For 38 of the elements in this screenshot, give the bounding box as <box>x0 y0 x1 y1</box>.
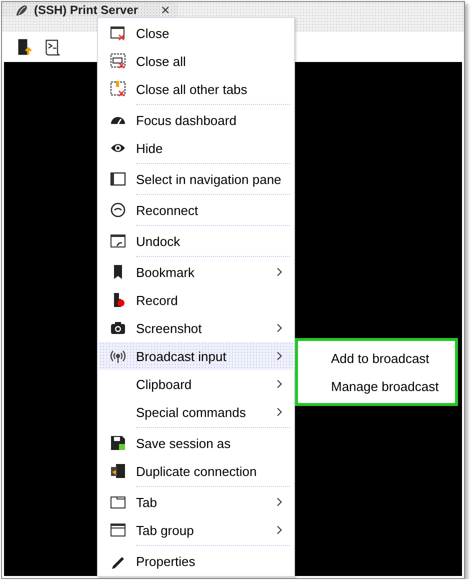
menu-item[interactable]: Clipboard <box>99 370 293 398</box>
panel-icon <box>110 171 126 187</box>
reconnect-icon <box>110 202 126 218</box>
windows-close-icon <box>110 53 126 69</box>
menu-item[interactable]: Close all other tabs <box>99 75 293 103</box>
save-icon <box>110 435 126 451</box>
menu-item[interactable]: Close all <box>99 47 293 75</box>
duplicate-icon <box>110 463 126 479</box>
camera-icon <box>110 320 126 336</box>
menu-item[interactable]: Reconnect <box>99 196 293 224</box>
menu-item[interactable]: Undock <box>99 227 293 255</box>
menu-item[interactable]: Focus dashboard <box>99 106 293 134</box>
window-close-icon <box>110 25 126 41</box>
menu-item[interactable]: Special commands <box>99 398 293 426</box>
broadcast-icon <box>110 348 126 364</box>
session-tab[interactable]: (SSH) Print Server × <box>2 2 178 17</box>
close-tab-button[interactable]: × <box>161 2 170 18</box>
tab-group-icon <box>110 522 126 538</box>
tab-icon <box>110 494 126 510</box>
menu-item[interactable]: Properties <box>99 547 293 575</box>
menu-item[interactable]: Select in navigation pane <box>99 165 293 193</box>
menu-item[interactable]: Close <box>99 19 293 47</box>
menu-item[interactable]: Broadcast input <box>99 342 293 370</box>
windows-close-icon <box>110 81 126 97</box>
menu-item[interactable]: Save session as <box>99 429 293 457</box>
menu-item[interactable]: Add to broadcast <box>298 344 455 372</box>
document-upload-icon <box>16 38 34 56</box>
menu-item[interactable]: Bookmark <box>99 258 293 286</box>
menu-item[interactable]: Tab <box>99 488 293 516</box>
script-icon <box>44 38 62 56</box>
menu-item[interactable]: Hide <box>99 134 293 162</box>
menu-item[interactable]: Record <box>99 286 293 314</box>
tab-title: (SSH) Print Server <box>34 4 138 16</box>
menu-item[interactable]: Duplicate connection <box>99 457 293 485</box>
menu-item[interactable]: Manage broadcast <box>298 372 455 400</box>
menu-item[interactable]: Screenshot <box>99 314 293 342</box>
undock-icon <box>110 233 126 249</box>
menu-item[interactable]: Tab group <box>99 516 293 544</box>
